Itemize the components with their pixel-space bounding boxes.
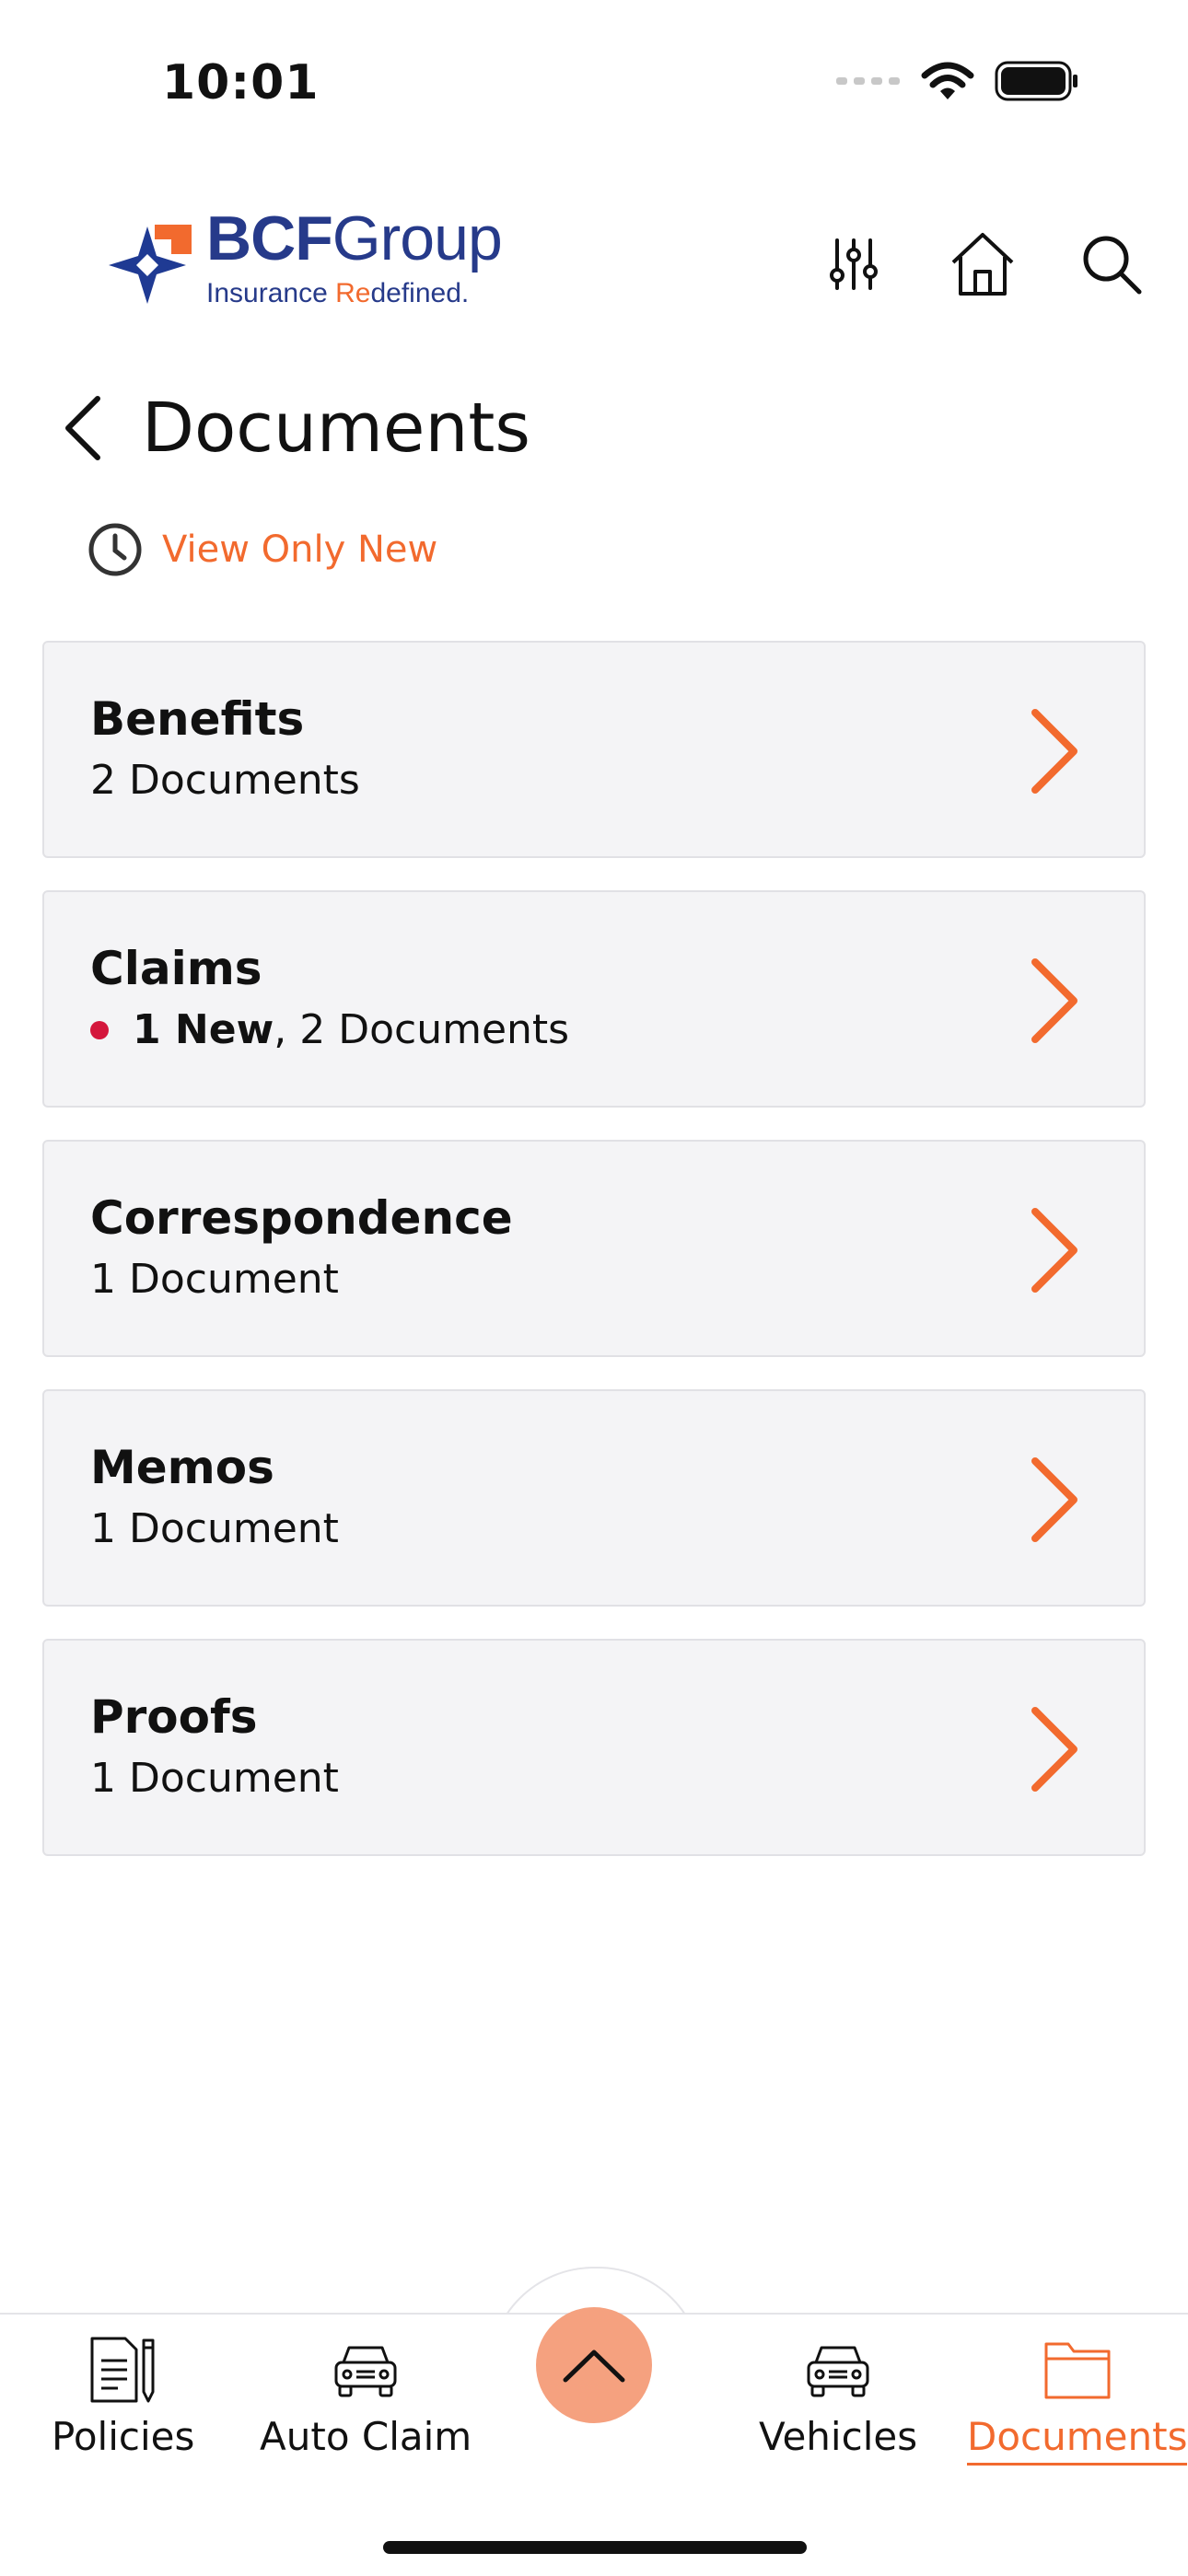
folder-benefits[interactable]: Benefits 2 Documents [42, 641, 1146, 858]
policy-document-icon [90, 2337, 155, 2403]
sliders-icon [830, 238, 878, 290]
folder-count: 1 Document [90, 1505, 339, 1552]
nav-label: Auto Claim [260, 2414, 472, 2459]
document-folder-list: Benefits 2 Documents Claims 1 New, 2 Doc… [42, 641, 1146, 1888]
chevron-right-icon [1031, 1457, 1077, 1542]
folder-icon [1044, 2342, 1111, 2399]
folder-proofs[interactable]: Proofs 1 Document [42, 1639, 1146, 1856]
wifi-icon [921, 62, 974, 99]
back-button[interactable] [46, 382, 120, 474]
signal-icon [836, 77, 900, 85]
folder-name: Memos [90, 1441, 274, 1494]
nav-label: Policies [52, 2414, 195, 2459]
car-icon [807, 2346, 869, 2397]
nav-label: Vehicles [759, 2414, 918, 2459]
status-time: 10:01 [162, 55, 320, 110]
view-only-new-label: View Only New [162, 528, 438, 571]
nav-vehicles[interactable]: Vehicles [759, 2337, 917, 2459]
chevron-up-icon [563, 2350, 625, 2383]
app-header: BCFGroup Insurance Redefined. [0, 184, 1188, 350]
car-icon [334, 2346, 397, 2397]
filter-button[interactable] [812, 223, 895, 306]
chevron-right-icon [1031, 709, 1077, 794]
chevron-left-icon [65, 396, 100, 460]
folder-count: 1 New, 2 Documents [90, 1006, 569, 1053]
chevron-right-icon [1031, 1208, 1077, 1293]
status-bar: 10:01 [0, 0, 1188, 175]
logo-tagline: Insurance Redefined. [206, 278, 470, 308]
chevron-right-icon [1031, 958, 1077, 1043]
home-button[interactable] [941, 223, 1024, 306]
page-title: Documents [142, 389, 530, 468]
folder-name: Claims [90, 942, 262, 995]
clock-icon [88, 523, 142, 576]
nav-auto-claim[interactable]: Auto Claim [260, 2337, 472, 2459]
logo-star-icon [109, 225, 192, 304]
folder-count: 1 Document [90, 1256, 339, 1303]
search-icon [1083, 236, 1142, 295]
folder-count: 2 Documents [90, 757, 360, 804]
folder-memos[interactable]: Memos 1 Document [42, 1389, 1146, 1607]
status-icons [836, 61, 1079, 101]
folder-claims[interactable]: Claims 1 New, 2 Documents [42, 890, 1146, 1108]
folder-name: Proofs [90, 1690, 258, 1744]
nav-label: Documents [967, 2414, 1188, 2466]
new-indicator-dot [90, 1020, 109, 1039]
folder-count: 1 Document [90, 1755, 339, 1802]
folder-correspondence[interactable]: Correspondence 1 Document [42, 1140, 1146, 1357]
folder-name: Benefits [90, 692, 305, 746]
chevron-right-icon [1031, 1707, 1077, 1792]
search-button[interactable] [1070, 223, 1153, 306]
logo-wordmark: BCFGroup [206, 203, 503, 273]
bcf-group-logo[interactable]: BCFGroup Insurance Redefined. [99, 201, 503, 320]
new-count-label: 1 New [133, 1006, 274, 1053]
home-indicator [383, 2541, 807, 2554]
nav-policies[interactable]: Policies [52, 2337, 194, 2459]
expand-menu-button[interactable] [536, 2307, 652, 2423]
view-only-new-toggle[interactable]: View Only New [87, 521, 437, 578]
nav-documents[interactable]: Documents [967, 2337, 1188, 2466]
title-row: Documents [46, 377, 530, 479]
folder-name: Correspondence [90, 1191, 513, 1245]
home-icon [951, 233, 1014, 296]
battery-icon [995, 61, 1077, 101]
